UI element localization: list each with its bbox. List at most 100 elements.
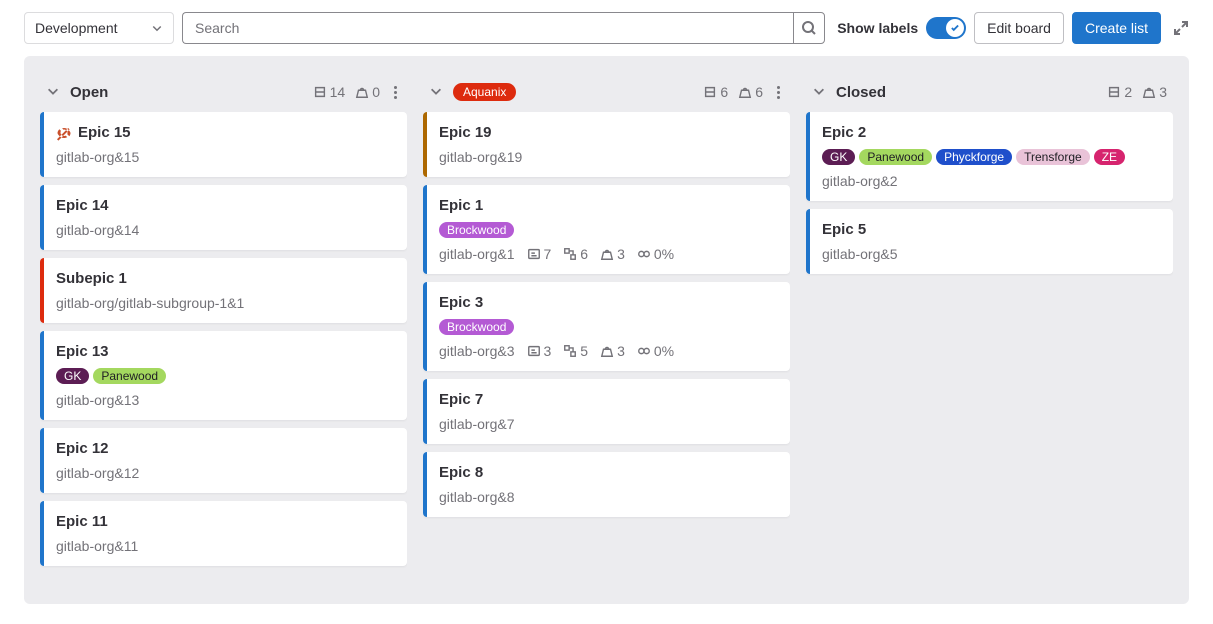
- issues-stat: 3: [527, 343, 552, 359]
- card-stripe: [423, 185, 427, 274]
- card-labels: Brockwood: [439, 222, 778, 238]
- card-title: Epic 15: [78, 124, 131, 141]
- card-stripe: [40, 185, 44, 250]
- label-pill[interactable]: Phyckforge: [936, 149, 1012, 165]
- epic-card[interactable]: Subepic 1 gitlab-org/gitlab-subgroup-1&1: [40, 258, 407, 323]
- card-title: Subepic 1: [56, 270, 127, 287]
- card-title: Epic 3: [439, 294, 483, 311]
- create-list-button[interactable]: Create list: [1072, 12, 1161, 44]
- weight-stat: 3: [600, 343, 625, 359]
- card-stripe: [806, 112, 810, 201]
- board-area: Open140Epic 15gitlab-org&15Epic 14gitlab…: [24, 56, 1189, 604]
- weight-count: 0: [355, 84, 380, 100]
- card-title: Epic 7: [439, 391, 483, 408]
- expand-icon[interactable]: [1173, 20, 1189, 36]
- progress-stat: 0%: [637, 343, 674, 359]
- list-menu-icon[interactable]: [390, 82, 401, 103]
- epic-count: 2: [1107, 84, 1132, 100]
- card-stripe: [423, 452, 427, 517]
- card-reference: gitlab-org&19: [439, 149, 522, 165]
- epic-card[interactable]: Epic 1 Brockwood gitlab-org&1 7630%: [423, 185, 790, 274]
- card-labels: Brockwood: [439, 319, 778, 335]
- epic-card[interactable]: Epic 14 gitlab-org&14: [40, 185, 407, 250]
- card-title: Epic 14: [56, 197, 109, 214]
- card-reference: gitlab-org&3: [439, 343, 515, 359]
- epic-card[interactable]: Epic 5 gitlab-org&5: [806, 209, 1173, 274]
- epic-card[interactable]: Epic 3 Brockwood gitlab-org&3 353 0%: [423, 282, 790, 371]
- card-stats: 353 0%: [527, 343, 675, 359]
- list-menu-icon[interactable]: [773, 82, 784, 103]
- list-counts: 140: [313, 84, 380, 100]
- epic-card[interactable]: Epic 7 gitlab-org&7: [423, 379, 790, 444]
- card-stripe: [423, 112, 427, 177]
- card-stripe: [40, 501, 44, 566]
- card-reference: gitlab-org&1: [439, 246, 515, 262]
- card-title: Epic 11: [56, 513, 108, 530]
- check-icon: [950, 23, 960, 33]
- card-reference: gitlab-org&2: [822, 173, 898, 189]
- weight-count: 6: [738, 84, 763, 100]
- epic-card[interactable]: Epic 11 gitlab-org&11: [40, 501, 407, 566]
- card-labels: GKPanewood: [56, 368, 395, 384]
- epic-card[interactable]: Epic 13GKPanewoodgitlab-org&13: [40, 331, 407, 420]
- show-labels-text: Show labels: [837, 20, 918, 36]
- epic-card[interactable]: Epic 2 GKPanewoodPhyckforgeTrensforgeZE gi…: [806, 112, 1173, 201]
- collapse-icon[interactable]: [429, 84, 445, 100]
- label-pill[interactable]: GK: [56, 368, 89, 384]
- list-header: Open 140: [40, 72, 407, 112]
- epic-card[interactable]: Epic 15 gitlab-org&15: [40, 112, 407, 177]
- cards-container: Epic 19gitlab-org&19 Epic 1 Brockwood gitla…: [423, 112, 790, 588]
- list-title-label: Aquanix: [453, 83, 516, 101]
- board-list: Closed23 Epic 2 GKPanewoodPhyckforgeTrensf…: [806, 72, 1173, 588]
- card-reference: gitlab-org&5: [822, 246, 898, 262]
- card-title: Epic 1: [439, 197, 483, 214]
- search-button[interactable]: [793, 12, 825, 44]
- board-list: Open 140 Epic 15 gitlab-org&15 Epic 14 gitlab…: [40, 72, 407, 588]
- card-stripe: [40, 258, 44, 323]
- label-pill[interactable]: ZE: [1094, 149, 1125, 165]
- edit-board-button[interactable]: Edit board: [974, 12, 1064, 44]
- issues-stat: 7: [527, 246, 552, 262]
- weight-count: 3: [1142, 84, 1167, 100]
- card-stats: 7630%: [527, 246, 675, 262]
- list-title: Open: [70, 84, 108, 101]
- child-epics-stat: 5: [563, 343, 588, 359]
- label-pill[interactable]: Trensforge: [1016, 149, 1090, 165]
- card-reference: gitlab-org&7: [439, 416, 515, 432]
- label-pill[interactable]: Panewood: [93, 368, 166, 384]
- label-pill[interactable]: GK: [822, 149, 855, 165]
- list-counts: 23: [1107, 84, 1167, 100]
- card-reference: gitlab-org&14: [56, 222, 139, 238]
- epic-card[interactable]: Epic 19gitlab-org&19: [423, 112, 790, 177]
- card-stripe: [423, 282, 427, 371]
- weight-stat: 3: [600, 246, 625, 262]
- card-stripe: [423, 379, 427, 444]
- list-header: Aquanix66: [423, 72, 790, 112]
- card-title: Epic 2: [822, 124, 866, 141]
- card-reference: gitlab-org/gitlab-subgroup-1&1: [56, 295, 244, 311]
- card-stripe: [40, 428, 44, 493]
- card-title: Epic 5: [822, 221, 866, 238]
- card-reference: gitlab-org&12: [56, 465, 139, 481]
- collapse-icon[interactable]: [812, 84, 828, 100]
- board-selector-label: Development: [35, 20, 118, 36]
- card-reference: gitlab-org&15: [56, 149, 139, 165]
- label-pill[interactable]: Panewood: [859, 149, 932, 165]
- show-labels-toggle[interactable]: [926, 17, 966, 39]
- label-pill[interactable]: Brockwood: [439, 319, 514, 335]
- board-selector[interactable]: Development: [24, 12, 174, 44]
- epic-card[interactable]: Epic 8gitlab-org&8: [423, 452, 790, 517]
- collapse-icon[interactable]: [46, 84, 62, 100]
- card-reference: gitlab-org&11: [56, 538, 138, 554]
- cards-container: Epic 2 GKPanewoodPhyckforgeTrensforgeZE gi…: [806, 112, 1173, 588]
- card-title: Epic 12: [56, 440, 109, 457]
- card-stripe: [806, 209, 810, 274]
- search-input[interactable]: [182, 12, 793, 44]
- cards-container: Epic 15 gitlab-org&15 Epic 14 gitlab-org&14…: [40, 112, 407, 588]
- chevron-down-icon: [151, 22, 163, 34]
- list-header: Closed23: [806, 72, 1173, 112]
- epic-card[interactable]: Epic 12 gitlab-org&12: [40, 428, 407, 493]
- card-title: Epic 13: [56, 343, 109, 360]
- card-labels: GKPanewoodPhyckforgeTrensforgeZE: [822, 149, 1161, 165]
- label-pill[interactable]: Brockwood: [439, 222, 514, 238]
